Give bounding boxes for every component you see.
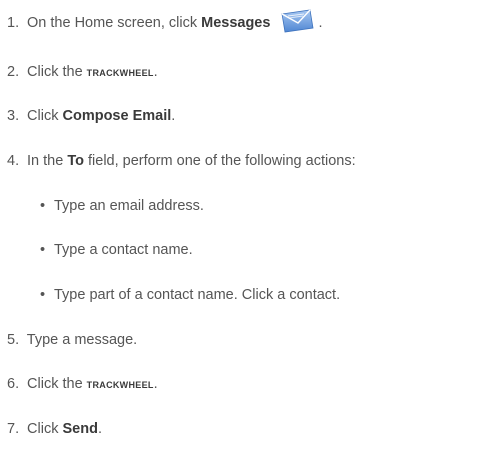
step-number: 5. bbox=[7, 332, 20, 348]
step-number: 6. bbox=[7, 376, 20, 392]
step-text: Click the bbox=[27, 376, 87, 392]
step-number: 3. bbox=[7, 108, 20, 124]
step-text-end: . bbox=[171, 108, 176, 124]
bullet-glyph: • bbox=[40, 242, 46, 258]
bullet-item: • Type a contact name. bbox=[40, 240, 193, 260]
step-text-end: . bbox=[314, 14, 323, 31]
step-3: 3. Click Compose Email. bbox=[7, 106, 175, 126]
trackwheel-label: trackwheel bbox=[86, 376, 154, 391]
bullet-text: Type a contact name. bbox=[54, 242, 193, 258]
step-5: 5. Type a message. bbox=[7, 330, 137, 350]
envelope-icon bbox=[280, 8, 314, 34]
send-label: Send bbox=[62, 421, 98, 437]
bullet-text: Type an email address. bbox=[54, 198, 204, 214]
bullet-text: Type part of a contact name. Click a con… bbox=[54, 287, 341, 303]
step-text: On the Home screen, click bbox=[27, 14, 202, 31]
step-text-end: . bbox=[153, 376, 158, 392]
step-text: Click bbox=[27, 421, 63, 437]
step-text: Type a message. bbox=[26, 332, 138, 348]
step-text-end: field, perform one of the following acti… bbox=[83, 153, 356, 169]
step-1: 1. On the Home screen, click Messages . bbox=[7, 9, 323, 33]
trackwheel-label: trackwheel bbox=[86, 64, 154, 79]
step-text-end: . bbox=[97, 421, 102, 437]
step-number: 4. bbox=[7, 153, 20, 169]
bullet-item: • Type an email address. bbox=[40, 196, 204, 216]
compose-email-label: Compose Email bbox=[62, 108, 172, 124]
step-7: 7. Click Send. bbox=[7, 419, 102, 439]
step-number: 7. bbox=[7, 421, 20, 437]
bullet-glyph: • bbox=[40, 198, 46, 214]
step-4: 4. In the To field, perform one of the f… bbox=[7, 151, 356, 171]
to-field-label: To bbox=[67, 153, 84, 169]
step-number: 2. bbox=[7, 64, 20, 80]
messages-label: Messages bbox=[201, 14, 271, 31]
step-text: Click the bbox=[27, 64, 87, 80]
bullet-item: • Type part of a contact name. Click a co… bbox=[40, 285, 340, 305]
step-text-end: . bbox=[153, 64, 158, 80]
step-text: Click bbox=[27, 108, 63, 124]
step-text: In the bbox=[27, 153, 68, 169]
step-2: 2. Click the trackwheel. bbox=[7, 62, 158, 82]
step-number: 1. bbox=[7, 14, 20, 31]
step-6: 6. Click the trackwheel. bbox=[7, 374, 158, 394]
bullet-glyph: • bbox=[40, 287, 46, 303]
